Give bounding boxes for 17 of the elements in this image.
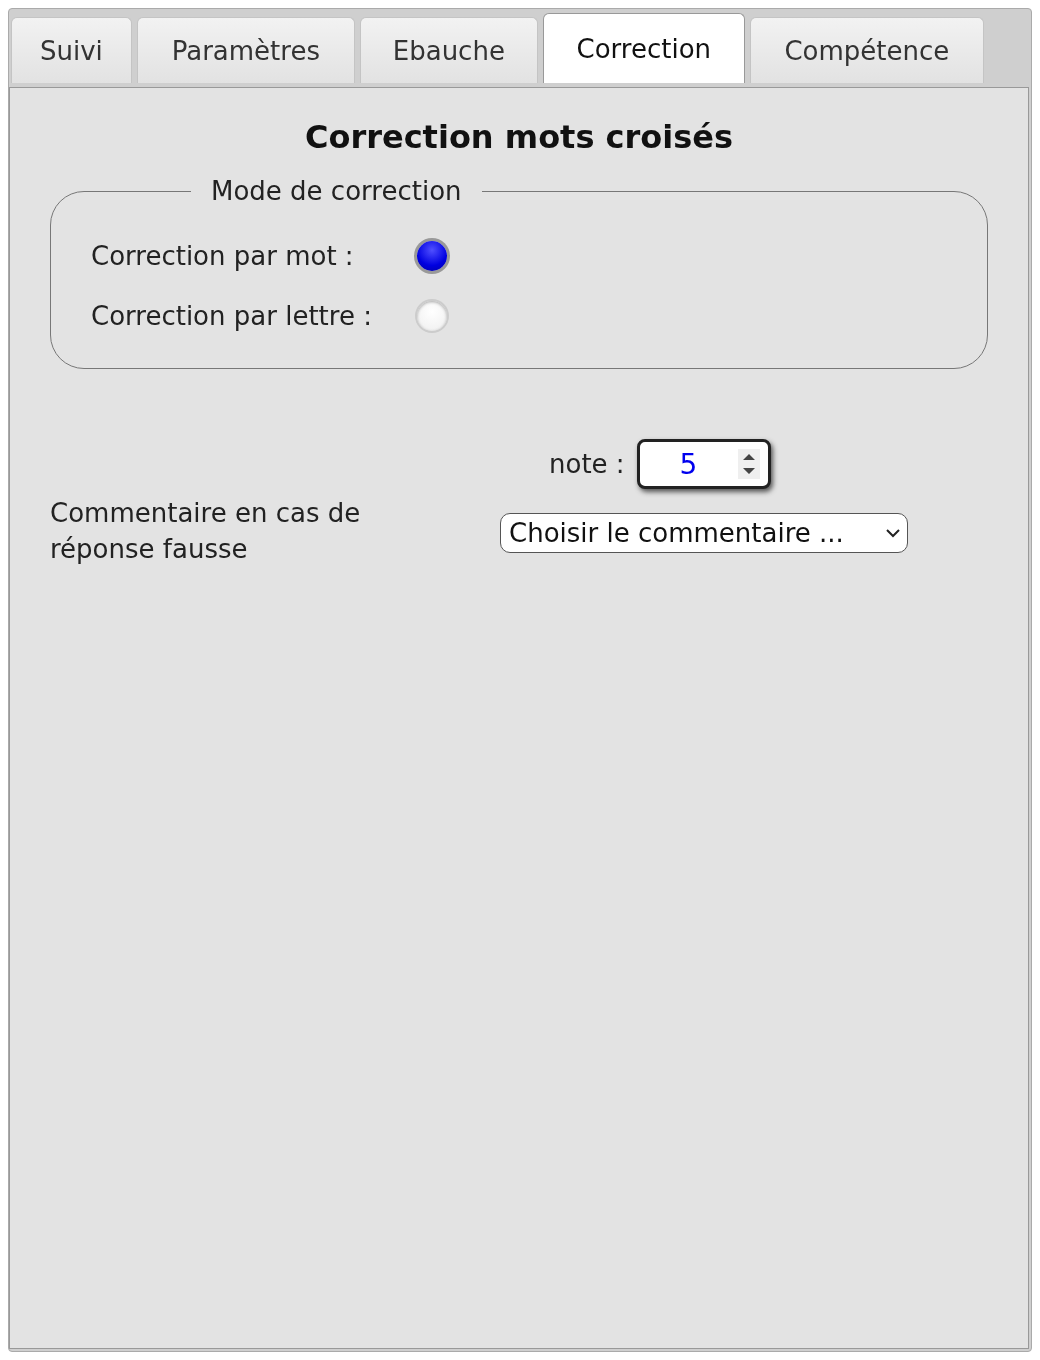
tab[interactable]: Compétence (749, 17, 984, 83)
group-legend: Mode de correction (191, 176, 482, 206)
tab[interactable]: Suivi (11, 17, 132, 83)
spinner-arrows-icon[interactable] (737, 449, 760, 479)
radio-label: Correction par mot : (91, 241, 355, 271)
radio-button[interactable] (417, 241, 447, 271)
note-input-field[interactable]: 5 (636, 439, 771, 489)
chevron-down-icon (885, 528, 901, 538)
radio-label: Correction par lettre : (91, 301, 373, 331)
note-label: note : (549, 449, 625, 479)
radio-button[interactable] (417, 301, 447, 331)
tab[interactable]: Correction (542, 13, 745, 83)
comment-dropdown[interactable]: Choisir le commentaire ... (500, 513, 908, 553)
comment-label: Commentaire en cas de réponse fausse (50, 497, 362, 566)
tab[interactable]: Paramètres (136, 17, 355, 83)
tab[interactable]: Ebauche (359, 17, 538, 83)
panel-title: Correction mots croisés (303, 118, 735, 156)
